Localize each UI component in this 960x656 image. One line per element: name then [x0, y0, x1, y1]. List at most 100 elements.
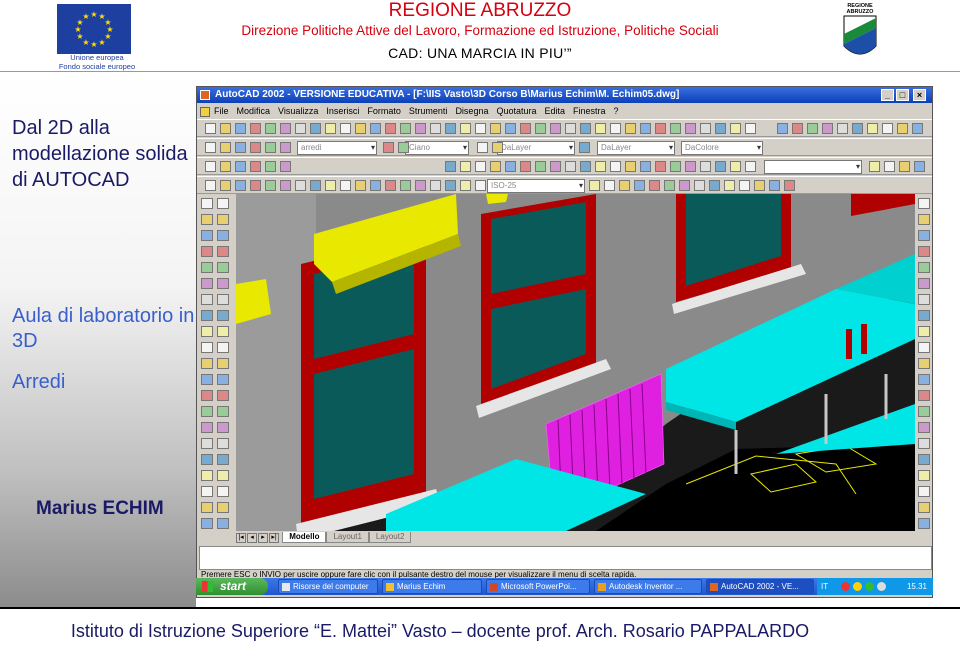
menu-formato[interactable]: Formato: [367, 104, 401, 118]
view-tool-icon[interactable]: [535, 161, 546, 172]
modify-tool-icon[interactable]: [918, 502, 930, 513]
draw-tool-icon[interactable]: [217, 486, 229, 497]
view-tool-icon[interactable]: [869, 161, 880, 172]
draw-tool-icon[interactable]: [217, 342, 229, 353]
dimension-tool-icon[interactable]: [664, 180, 675, 191]
view-tool-icon[interactable]: [685, 161, 696, 172]
dimension-tool-icon[interactable]: [235, 180, 246, 191]
toolbar-tool-icon[interactable]: [912, 123, 923, 134]
dimension-tool-icon[interactable]: [340, 180, 351, 191]
dimension-tool-icon[interactable]: [370, 180, 381, 191]
draw-tool-icon[interactable]: [201, 230, 213, 241]
view-tool-icon[interactable]: [265, 161, 276, 172]
modify-tool-icon[interactable]: [918, 358, 930, 369]
dimension-tool-icon[interactable]: [265, 180, 276, 191]
tab-layout2[interactable]: Layout2: [368, 532, 412, 544]
layer-tool-icon[interactable]: [383, 142, 394, 153]
task-marius-echim[interactable]: Marius Echim: [382, 579, 482, 594]
toolbar-tool-icon[interactable]: [792, 123, 803, 134]
modify-tool-icon[interactable]: [918, 230, 930, 241]
dimstyle-dropdown[interactable]: ISO-25: [487, 179, 585, 193]
menu-strumenti[interactable]: Strumenti: [409, 104, 448, 118]
view-tool-icon[interactable]: [700, 161, 711, 172]
toolbar-tool-icon[interactable]: [235, 123, 246, 134]
task-inventor[interactable]: Autodesk Inventor ...: [594, 579, 702, 594]
dimension-tool-icon[interactable]: [325, 180, 336, 191]
toolbar-tool-icon[interactable]: [852, 123, 863, 134]
menu-visualizza[interactable]: Visualizza: [278, 104, 318, 118]
draw-tool-icon[interactable]: [217, 214, 229, 225]
tab-last-button[interactable]: ▸|: [269, 532, 279, 543]
tab-next-button[interactable]: ▸: [258, 532, 268, 543]
draw-tool-icon[interactable]: [217, 454, 229, 465]
view-tool-icon[interactable]: [730, 161, 741, 172]
drawing-viewport[interactable]: [236, 194, 915, 531]
toolbar-tool-icon[interactable]: [882, 123, 893, 134]
view-tool-icon[interactable]: [235, 161, 246, 172]
draw-tool-icon[interactable]: [217, 406, 229, 417]
tray-network-icon[interactable]: [853, 582, 862, 591]
toolbar-tool-icon[interactable]: [685, 123, 696, 134]
dimension-tool-icon[interactable]: [724, 180, 735, 191]
view-tool-icon[interactable]: [715, 161, 726, 172]
draw-tool-icon[interactable]: [201, 246, 213, 257]
toolbar-tool-icon[interactable]: [400, 123, 411, 134]
lineweight-dropdown[interactable]: DaLayer: [597, 141, 675, 155]
draw-tool-icon[interactable]: [201, 342, 213, 353]
modify-tool-icon[interactable]: [918, 518, 930, 529]
modify-tool-icon[interactable]: [918, 198, 930, 209]
tab-modello[interactable]: Modello: [282, 532, 327, 544]
draw-tool-icon[interactable]: [201, 214, 213, 225]
language-indicator[interactable]: IT: [821, 578, 828, 595]
draw-tool-icon[interactable]: [217, 294, 229, 305]
layer-tool-icon[interactable]: [492, 142, 503, 153]
toolbar-tool-icon[interactable]: [220, 123, 231, 134]
toolbar-tool-icon[interactable]: [715, 123, 726, 134]
draw-tool-icon[interactable]: [201, 390, 213, 401]
modify-tool-icon[interactable]: [918, 278, 930, 289]
modify-tool-icon[interactable]: [918, 470, 930, 481]
draw-tool-icon[interactable]: [201, 486, 213, 497]
toolbar-tool-icon[interactable]: [265, 123, 276, 134]
view-tool-icon[interactable]: [520, 161, 531, 172]
menu-finestra[interactable]: Finestra: [573, 104, 606, 118]
minimize-button[interactable]: _: [881, 89, 894, 101]
toolbar-tool-icon[interactable]: [745, 123, 756, 134]
draw-tool-icon[interactable]: [217, 358, 229, 369]
toolbar-tool-icon[interactable]: [610, 123, 621, 134]
draw-tool-icon[interactable]: [201, 470, 213, 481]
draw-tool-icon[interactable]: [201, 358, 213, 369]
toolbar-tool-icon[interactable]: [355, 123, 366, 134]
toolbar-tool-icon[interactable]: [670, 123, 681, 134]
draw-tool-icon[interactable]: [217, 326, 229, 337]
view-tool-icon[interactable]: [899, 161, 910, 172]
layer-tool-icon[interactable]: [579, 142, 590, 153]
tray-volume-icon[interactable]: [877, 582, 886, 591]
view-tool-icon[interactable]: [610, 161, 621, 172]
modify-tool-icon[interactable]: [918, 406, 930, 417]
menu-file[interactable]: File: [214, 104, 229, 118]
close-button[interactable]: ×: [913, 89, 926, 101]
task-autocad[interactable]: AutoCAD 2002 - VE...: [706, 579, 814, 594]
draw-tool-icon[interactable]: [201, 518, 213, 529]
draw-tool-icon[interactable]: [201, 310, 213, 321]
dimension-tool-icon[interactable]: [295, 180, 306, 191]
view-tool-icon[interactable]: [220, 161, 231, 172]
dimension-tool-icon[interactable]: [709, 180, 720, 191]
toolbar-tool-icon[interactable]: [822, 123, 833, 134]
dimension-tool-icon[interactable]: [679, 180, 690, 191]
toolbar-tool-icon[interactable]: [625, 123, 636, 134]
toolbar-tool-icon[interactable]: [520, 123, 531, 134]
command-line[interactable]: [199, 546, 932, 570]
view-tool-icon[interactable]: [670, 161, 681, 172]
view-tool-icon[interactable]: [914, 161, 925, 172]
dimension-tool-icon[interactable]: [220, 180, 231, 191]
menu-edita[interactable]: Edita: [545, 104, 566, 118]
view-tool-icon[interactable]: [655, 161, 666, 172]
task-risorse-computer[interactable]: Risorse del computer: [278, 579, 378, 594]
linetype-dropdown[interactable]: DaLayer: [497, 141, 575, 155]
toolbar-tool-icon[interactable]: [777, 123, 788, 134]
view-tool-icon[interactable]: [884, 161, 895, 172]
tab-layout1[interactable]: Layout1: [326, 532, 369, 544]
autocad-window[interactable]: AutoCAD 2002 - VERSIONE EDUCATIVA - [F:\…: [196, 86, 933, 598]
